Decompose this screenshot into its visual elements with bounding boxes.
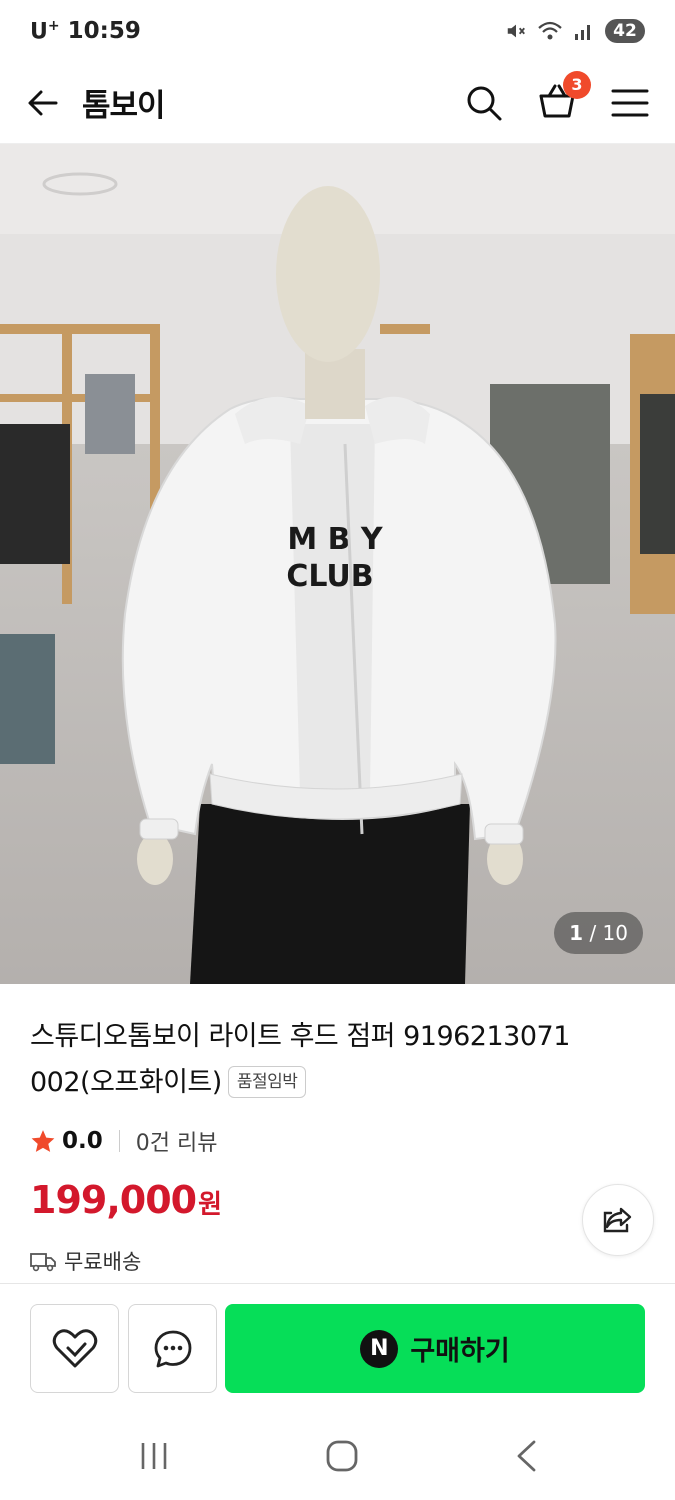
home-icon[interactable] <box>325 1439 359 1473</box>
buy-button[interactable]: N 구매하기 <box>225 1304 645 1393</box>
product-name: 스튜디오톰보이 라이트 후드 점퍼 9196213071 002(오프화이트) 품… <box>30 1021 570 1098</box>
talk-button[interactable] <box>128 1304 217 1393</box>
signal-icon <box>575 25 590 40</box>
page-title: 톰보이 <box>82 88 166 124</box>
product-image[interactable]: M B Y CLUB 1 / 10 <box>0 144 675 984</box>
soldout-badge: 품절임박 <box>227 1066 307 1098</box>
status-bar: U+ 10:59 42 <box>0 0 675 62</box>
share-button[interactable] <box>582 1184 654 1256</box>
shipping-label: 무료배송 <box>64 1250 142 1274</box>
back-arrow-icon[interactable] <box>26 86 60 120</box>
search-icon[interactable] <box>465 84 503 122</box>
menu-icon[interactable] <box>611 87 649 119</box>
app-header: 톰보이 3 <box>0 62 675 144</box>
rating-score: 0.0 <box>62 1128 103 1154</box>
system-nav-bar <box>0 1411 675 1500</box>
carrier-label: U+ <box>30 17 60 45</box>
bottom-action-bar: N 구매하기 <box>0 1283 675 1411</box>
star-icon <box>31 1130 55 1152</box>
share-icon <box>603 1207 632 1233</box>
heart-icon <box>52 1328 97 1367</box>
back-icon[interactable] <box>514 1439 538 1473</box>
cart-button[interactable]: 3 <box>537 70 591 125</box>
cart-count-badge: 3 <box>563 70 591 99</box>
wishlist-button[interactable] <box>30 1304 119 1393</box>
battery-indicator: 42 <box>605 19 645 43</box>
image-counter: 1 / 10 <box>554 912 643 954</box>
shipping-info: 무료배송 <box>30 1246 141 1276</box>
clock: 10:59 <box>67 18 141 44</box>
truck-icon <box>30 1253 56 1272</box>
product-photo: M B Y CLUB <box>0 144 675 984</box>
wifi-icon <box>538 21 562 40</box>
rating-row[interactable]: 0.0 0건 리뷰 <box>30 1125 217 1157</box>
chat-icon <box>154 1330 191 1367</box>
rating-divider <box>118 1130 120 1152</box>
product-price: 199,000원 <box>30 1178 222 1222</box>
tee-print-line1: M B Y <box>287 522 384 557</box>
tee-print-line2: CLUB <box>286 559 373 594</box>
naverpay-logo: N <box>360 1329 399 1368</box>
review-count[interactable]: 0건 리뷰 <box>136 1125 218 1157</box>
mute-icon <box>507 24 525 38</box>
recent-apps-icon[interactable] <box>137 1441 171 1471</box>
buy-label: 구매하기 <box>410 1336 510 1367</box>
